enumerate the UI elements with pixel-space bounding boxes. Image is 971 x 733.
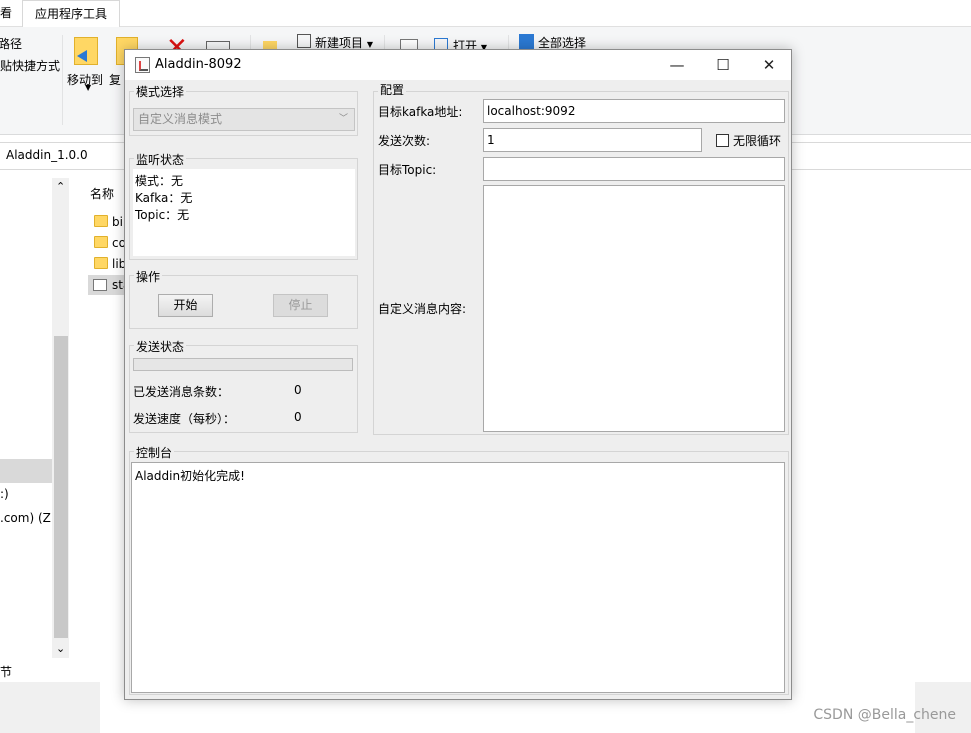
maximize-button[interactable]: ☐ bbox=[700, 50, 746, 80]
nav-item-network-drive[interactable]: .com) (Z:) bbox=[0, 511, 60, 525]
status-text: 节 bbox=[0, 665, 13, 679]
start-button[interactable]: 开始 bbox=[158, 294, 213, 317]
send-count-input[interactable]: 1 bbox=[483, 128, 702, 152]
infinite-loop-label: 无限循环 bbox=[733, 134, 782, 148]
monitor-topic-line: Topic：无 bbox=[135, 208, 190, 222]
chevron-down-icon: ﹀ bbox=[338, 114, 348, 124]
nav-item-drive[interactable]: :) bbox=[0, 487, 9, 501]
sent-count-label: 已发送消息条数： bbox=[133, 385, 230, 399]
aladdin-window: Aladdin-8092 — ☐ ✕ 模式选择 自定义消息模式 ﹀ 监听状态 模… bbox=[124, 49, 792, 700]
topic-label: 目标Topic: bbox=[378, 163, 437, 177]
ribbon-tab-bar: 看 应用程序工具 bbox=[0, 0, 971, 28]
mode-select-title: 模式选择 bbox=[134, 83, 187, 100]
send-count-label: 发送次数: bbox=[378, 134, 431, 148]
watermark-text: CSDN @Bella_chene bbox=[813, 707, 956, 723]
send-speed-label: 发送速度（每秒）： bbox=[133, 412, 236, 426]
address-path: Aladdin_1.0.0 bbox=[6, 148, 88, 162]
sent-count-value: 0 bbox=[294, 383, 302, 397]
console-title: 控制台 bbox=[134, 444, 175, 461]
minimize-button[interactable]: — bbox=[654, 50, 700, 80]
java-app-icon bbox=[135, 57, 150, 73]
maximize-icon: ☐ bbox=[716, 56, 730, 74]
console-output[interactable]: Aladdin初始化完成! bbox=[131, 462, 785, 693]
infinite-loop-checkbox[interactable] bbox=[716, 134, 729, 147]
nav-scrollbar-thumb[interactable] bbox=[54, 336, 68, 638]
kafka-address-input[interactable]: localhost:9092 bbox=[483, 99, 785, 123]
monitor-mode-line: 模式：无 bbox=[135, 174, 184, 188]
column-header-name[interactable]: 名称 bbox=[90, 185, 114, 202]
paste-shortcut-label: 粘贴快捷方式 bbox=[0, 59, 61, 73]
monitor-status-title: 监听状态 bbox=[134, 151, 187, 168]
send-progress-bar bbox=[133, 358, 353, 371]
monitor-kafka-line: Kafka：无 bbox=[135, 191, 193, 205]
topic-input[interactable] bbox=[483, 157, 785, 181]
folder-icon bbox=[94, 236, 108, 248]
ribbon-separator bbox=[62, 35, 63, 125]
message-content-textarea[interactable] bbox=[483, 185, 785, 432]
message-content-label: 自定义消息内容: bbox=[378, 302, 467, 316]
close-button[interactable]: ✕ bbox=[746, 50, 792, 80]
send-speed-value: 0 bbox=[294, 410, 302, 424]
scroll-up-icon[interactable]: ⌃ bbox=[56, 180, 65, 193]
chevron-down-icon: ▼ bbox=[366, 40, 373, 49]
send-status-title: 发送状态 bbox=[134, 338, 187, 355]
stop-button[interactable]: 停止 bbox=[273, 294, 328, 317]
mode-select-dropdown[interactable]: 自定义消息模式 ﹀ bbox=[133, 108, 355, 131]
mode-select-value: 自定义消息模式 bbox=[138, 112, 223, 126]
kafka-address-label: 目标kafka地址: bbox=[378, 105, 463, 119]
minimize-icon: — bbox=[669, 56, 685, 74]
folder-icon bbox=[94, 215, 108, 227]
scroll-down-icon[interactable]: ⌄ bbox=[56, 642, 65, 655]
copy-to-button[interactable]: 复 bbox=[109, 71, 121, 88]
new-item-label: 新建项目 bbox=[315, 36, 364, 50]
nav-selected-item[interactable] bbox=[0, 459, 53, 483]
tab-view[interactable]: 看 bbox=[0, 0, 12, 27]
new-item-icon bbox=[297, 34, 311, 48]
window-title: Aladdin-8092 bbox=[155, 57, 242, 72]
move-to-icon bbox=[74, 37, 98, 65]
monitor-status-area: 模式：无 Kafka：无 Topic：无 bbox=[133, 169, 355, 256]
title-bar[interactable]: Aladdin-8092 — ☐ ✕ bbox=[125, 50, 791, 80]
script-file-icon bbox=[93, 279, 107, 291]
copy-path-label: 复制路径 bbox=[0, 37, 23, 51]
config-title: 配置 bbox=[378, 81, 407, 98]
tab-app-tools[interactable]: 应用程序工具 bbox=[22, 0, 121, 28]
close-icon: ✕ bbox=[762, 56, 776, 74]
operations-title: 操作 bbox=[134, 268, 163, 285]
folder-icon bbox=[94, 257, 108, 269]
select-all-icon bbox=[519, 34, 534, 49]
move-to-dropdown-icon[interactable]: ▼ bbox=[85, 83, 91, 92]
copy-path-button[interactable]: 复制路径 bbox=[0, 35, 48, 52]
